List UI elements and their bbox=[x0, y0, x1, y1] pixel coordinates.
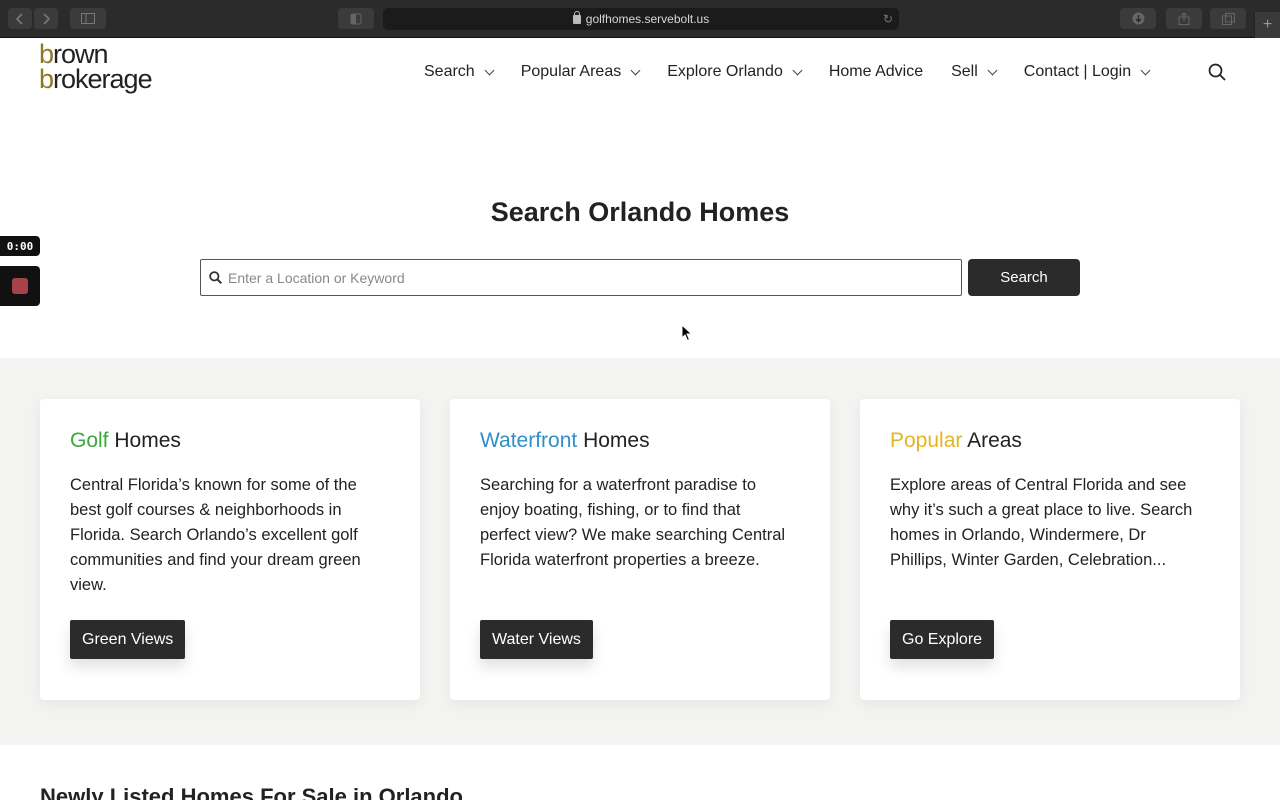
chevron-down-icon bbox=[987, 65, 998, 75]
card-description: Searching for a waterfront paradise to e… bbox=[480, 476, 786, 569]
address-bar[interactable]: golfhomes.servebolt.us ↻ bbox=[383, 8, 899, 30]
search-icon[interactable] bbox=[1208, 63, 1226, 81]
hero-search-section: Search Orlando Homes Search bbox=[0, 110, 1280, 358]
chevron-down-icon bbox=[630, 65, 641, 75]
chevron-down-icon bbox=[1140, 65, 1151, 75]
browser-toolbar: golfhomes.servebolt.us ↻ + bbox=[0, 0, 1280, 38]
site-header: brown brokerage Search Popular Areas Exp… bbox=[0, 38, 1280, 110]
page-title: Search Orlando Homes bbox=[490, 197, 790, 227]
nav-item-contact-login[interactable]: Contact | Login bbox=[1024, 63, 1151, 81]
card-description: Central Florida’s known for some of the … bbox=[70, 476, 361, 594]
tabs-icon bbox=[1221, 12, 1235, 25]
url-text: golfhomes.servebolt.us bbox=[585, 12, 710, 26]
reload-icon[interactable]: ↻ bbox=[883, 12, 893, 26]
mouse-cursor-icon bbox=[681, 324, 693, 342]
green-views-button[interactable]: Green Views bbox=[70, 620, 186, 659]
chevron-right-icon bbox=[43, 12, 50, 25]
share-icon bbox=[1178, 12, 1190, 25]
nav-item-popular-areas[interactable]: Popular Areas bbox=[521, 63, 641, 81]
stop-icon bbox=[12, 278, 28, 294]
card-golf-homes: Golf Homes Central Florida’s known for s… bbox=[40, 399, 420, 700]
new-tab-button[interactable]: + bbox=[1254, 12, 1280, 38]
card-title: Waterfront Homes bbox=[480, 429, 650, 452]
water-views-button[interactable]: Water Views bbox=[480, 620, 593, 659]
reader-button[interactable] bbox=[338, 8, 374, 29]
search-button[interactable]: Search bbox=[968, 259, 1080, 296]
chevron-down-icon bbox=[484, 65, 495, 75]
card-title: Popular Areas bbox=[890, 429, 1022, 452]
brand-logo[interactable]: brown brokerage bbox=[39, 41, 179, 102]
recording-timer: 0:00 bbox=[0, 236, 40, 256]
feature-cards-section: Golf Homes Central Florida’s known for s… bbox=[0, 358, 1280, 745]
search-input[interactable] bbox=[228, 269, 928, 286]
downloads-button[interactable] bbox=[1120, 8, 1156, 29]
search-icon bbox=[209, 271, 222, 284]
download-icon bbox=[1132, 12, 1144, 25]
stop-recording-button[interactable] bbox=[0, 266, 40, 306]
go-explore-button[interactable]: Go Explore bbox=[890, 620, 995, 659]
share-button[interactable] bbox=[1166, 8, 1202, 29]
lock-icon bbox=[572, 10, 581, 24]
card-title: Golf Homes bbox=[70, 429, 181, 452]
back-button[interactable] bbox=[8, 8, 32, 29]
card-waterfront-homes: Waterfront Homes Searching for a waterfr… bbox=[450, 399, 830, 700]
sidebar-icon bbox=[81, 13, 95, 24]
nav-item-home-advice[interactable]: Home Advice bbox=[829, 63, 923, 81]
main-nav: Search Popular Areas Explore Orlando Hom… bbox=[424, 60, 1177, 84]
chevron-down-icon bbox=[792, 65, 803, 75]
chevron-left-icon bbox=[16, 12, 23, 25]
shield-icon bbox=[350, 13, 362, 24]
search-field[interactable] bbox=[200, 259, 962, 296]
nav-item-sell[interactable]: Sell bbox=[951, 63, 998, 81]
newly-listed-heading: Newly Listed Homes For Sale in Orlando bbox=[40, 784, 463, 800]
tabs-overview-button[interactable] bbox=[1210, 8, 1246, 29]
forward-button[interactable] bbox=[34, 8, 58, 29]
sidebar-toggle-button[interactable] bbox=[70, 8, 106, 29]
nav-item-search[interactable]: Search bbox=[424, 63, 495, 81]
card-description: Explore areas of Central Florida and see… bbox=[890, 476, 1193, 569]
card-popular-areas: Popular Areas Explore areas of Central F… bbox=[860, 399, 1240, 700]
nav-item-explore-orlando[interactable]: Explore Orlando bbox=[667, 63, 803, 81]
